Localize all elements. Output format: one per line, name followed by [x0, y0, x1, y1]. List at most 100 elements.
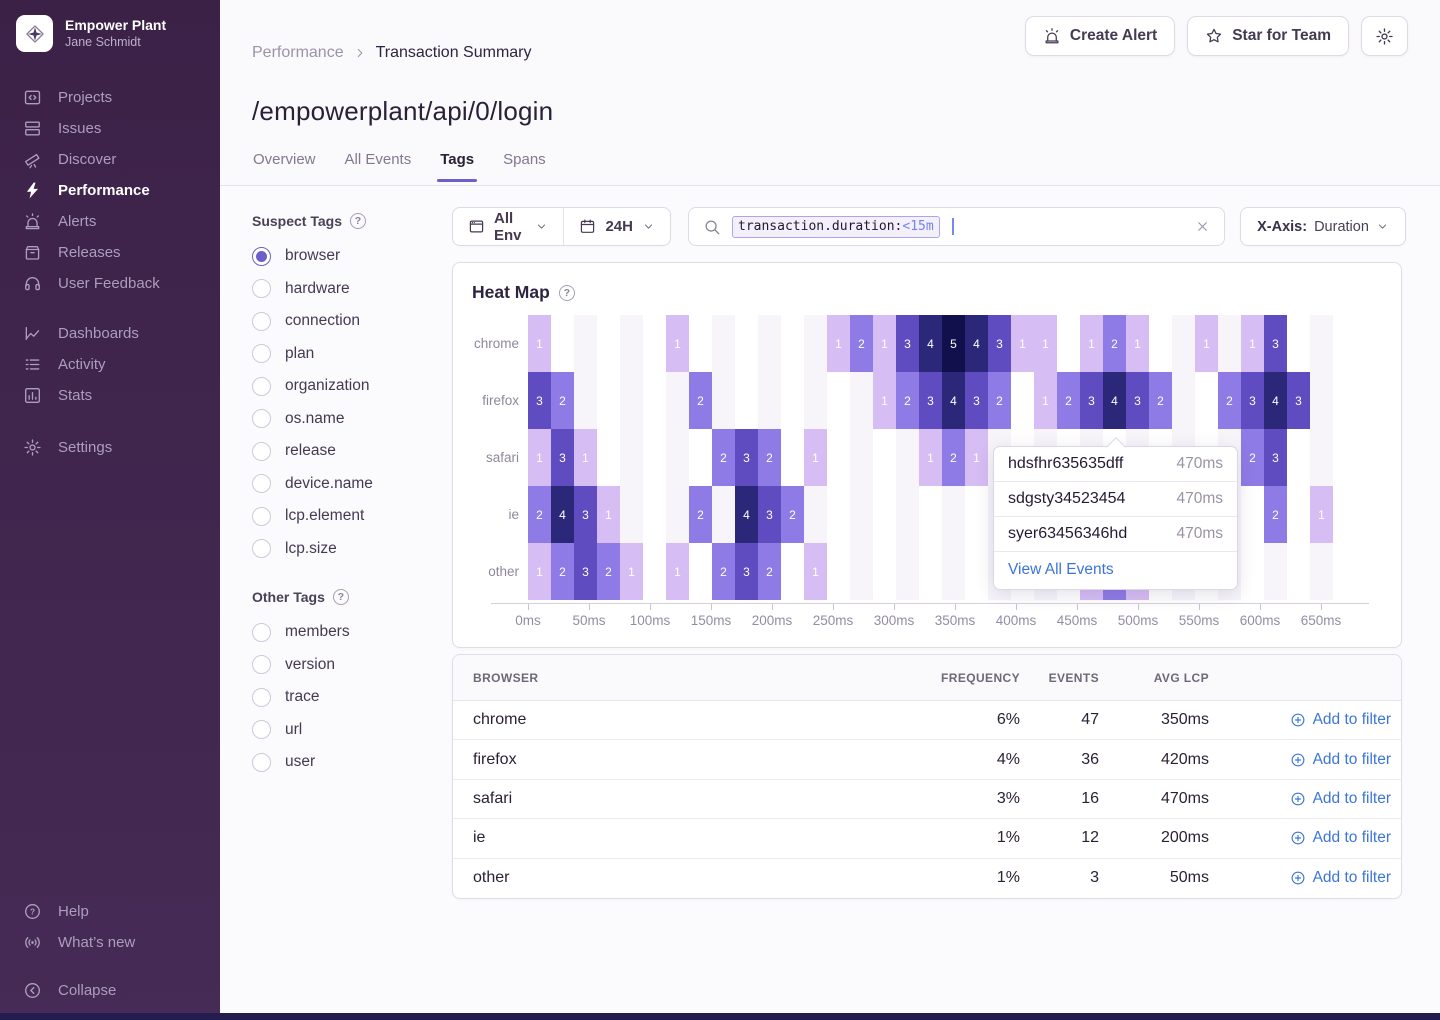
heatmap-cell[interactable]: 3	[574, 543, 597, 600]
radio-button[interactable]	[252, 247, 271, 266]
tag-radio-user[interactable]: user	[252, 746, 437, 779]
heatmap-cell[interactable]: 1	[1080, 315, 1103, 372]
heatmap-cell[interactable]: 2	[597, 543, 620, 600]
heatmap-cell[interactable]: 1	[597, 486, 620, 543]
tag-radio-organization[interactable]: organization	[252, 370, 437, 403]
time-range-selector[interactable]: 24H	[563, 208, 670, 245]
heatmap-cell[interactable]: 3	[919, 372, 942, 429]
heatmap-cell[interactable]: 1	[1241, 315, 1264, 372]
create-alert-button[interactable]: Create Alert	[1025, 16, 1175, 56]
tooltip-event-row[interactable]: sdgsty34523454470ms	[994, 482, 1237, 517]
heatmap-cell[interactable]: 1	[873, 372, 896, 429]
heatmap-cell[interactable]: 1	[620, 543, 643, 600]
tag-radio-connection[interactable]: connection	[252, 305, 437, 338]
tab-spans[interactable]: Spans	[503, 151, 546, 182]
clear-search-icon[interactable]	[1195, 219, 1210, 234]
tag-radio-lcp-size[interactable]: lcp.size	[252, 533, 437, 566]
sidebar-item-activity[interactable]: Activity	[0, 349, 220, 380]
heatmap-cell[interactable]: 4	[551, 486, 574, 543]
radio-button[interactable]	[252, 720, 271, 739]
heatmap-cell[interactable]: 4	[942, 372, 965, 429]
heatmap-cell[interactable]: 3	[758, 486, 781, 543]
heatmap-cell[interactable]: 2	[551, 372, 574, 429]
tag-radio-plan[interactable]: plan	[252, 338, 437, 371]
tag-radio-version[interactable]: version	[252, 649, 437, 682]
heatmap-cell[interactable]: 2	[1218, 372, 1241, 429]
tag-radio-trace[interactable]: trace	[252, 681, 437, 714]
heatmap-cell[interactable]: 3	[551, 429, 574, 486]
view-all-events-link[interactable]: View All Events	[994, 552, 1237, 589]
heatmap-cell[interactable]: 2	[689, 372, 712, 429]
heatmap-cell[interactable]: 2	[1264, 486, 1287, 543]
tab-all-events[interactable]: All Events	[345, 151, 412, 182]
heatmap-cell[interactable]: 2	[758, 429, 781, 486]
tag-radio-browser[interactable]: browser	[252, 240, 437, 273]
tag-radio-lcp-element[interactable]: lcp.element	[252, 500, 437, 533]
tab-overview[interactable]: Overview	[253, 151, 316, 182]
heatmap-cell[interactable]: 2	[712, 429, 735, 486]
radio-button[interactable]	[252, 442, 271, 461]
heatmap-cell[interactable]: 3	[1287, 372, 1310, 429]
heatmap-cell[interactable]: 1	[1310, 486, 1333, 543]
sidebar-item-dashboards[interactable]: Dashboards	[0, 318, 220, 349]
heatmap-cell[interactable]: 1	[1011, 315, 1034, 372]
add-to-filter-button[interactable]: Add to filter	[1209, 869, 1403, 887]
tab-tags[interactable]: Tags	[440, 151, 474, 182]
heatmap-cell[interactable]: 1	[1034, 315, 1057, 372]
radio-button[interactable]	[252, 377, 271, 396]
heatmap-cell[interactable]: 2	[896, 372, 919, 429]
breadcrumb-performance[interactable]: Performance	[252, 44, 344, 62]
heatmap-cell[interactable]: 2	[850, 315, 873, 372]
heatmap-cell[interactable]: 3	[574, 486, 597, 543]
heatmap-cell[interactable]: 3	[528, 372, 551, 429]
heatmap-cell[interactable]: 2	[758, 543, 781, 600]
heatmap-cell[interactable]: 3	[965, 372, 988, 429]
add-to-filter-button[interactable]: Add to filter	[1209, 790, 1403, 808]
heatmap-cell[interactable]: 4	[735, 486, 758, 543]
sidebar-item-user-feedback[interactable]: User Feedback	[0, 268, 220, 299]
add-to-filter-button[interactable]: Add to filter	[1209, 751, 1403, 769]
heatmap-cell[interactable]: 1	[827, 315, 850, 372]
heatmap-cell[interactable]: 5	[942, 315, 965, 372]
help-circle-icon[interactable]: ?	[350, 213, 366, 229]
heatmap-cell[interactable]: 3	[735, 543, 758, 600]
tag-radio-members[interactable]: members	[252, 616, 437, 649]
add-to-filter-button[interactable]: Add to filter	[1209, 829, 1403, 847]
sidebar-item-stats[interactable]: Stats	[0, 380, 220, 411]
sidebar-item-performance[interactable]: Performance	[0, 175, 220, 206]
heatmap-cell[interactable]: 1	[804, 543, 827, 600]
radio-button[interactable]	[252, 655, 271, 674]
radio-button[interactable]	[252, 409, 271, 428]
heatmap-cell[interactable]: 1	[965, 429, 988, 486]
heatmap-cell[interactable]: 2	[689, 486, 712, 543]
radio-button[interactable]	[252, 753, 271, 772]
heatmap-cell[interactable]: 4	[919, 315, 942, 372]
heatmap-cell[interactable]: 3	[1080, 372, 1103, 429]
heatmap-cell[interactable]: 1	[873, 315, 896, 372]
add-to-filter-button[interactable]: Add to filter	[1209, 711, 1403, 729]
sidebar-item-projects[interactable]: Projects	[0, 82, 220, 113]
radio-button[interactable]	[252, 474, 271, 493]
tag-radio-url[interactable]: url	[252, 714, 437, 747]
heatmap-cell[interactable]: 1	[1034, 372, 1057, 429]
radio-button[interactable]	[252, 623, 271, 642]
tooltip-event-row[interactable]: syer63456346hd470ms	[994, 517, 1237, 552]
heatmap-cell[interactable]: 2	[781, 486, 804, 543]
heatmap-cell[interactable]: 2	[528, 486, 551, 543]
tag-radio-os-name[interactable]: os.name	[252, 403, 437, 436]
heatmap-cell[interactable]: 3	[1264, 429, 1287, 486]
search-input[interactable]: transaction.duration:<15m	[688, 207, 1225, 246]
heatmap-cell[interactable]: 3	[1241, 372, 1264, 429]
heatmap-cell[interactable]: 4	[1264, 372, 1287, 429]
heatmap-cell[interactable]: 2	[712, 543, 735, 600]
radio-button[interactable]	[252, 507, 271, 526]
heatmap-cell[interactable]: 4	[1103, 372, 1126, 429]
heatmap-cell[interactable]: 3	[1126, 372, 1149, 429]
heatmap-cell[interactable]: 3	[1264, 315, 1287, 372]
help-circle-icon[interactable]: ?	[333, 589, 349, 605]
radio-button[interactable]	[252, 344, 271, 363]
radio-button[interactable]	[252, 688, 271, 707]
heatmap-cell[interactable]: 1	[666, 315, 689, 372]
sidebar-item-discover[interactable]: Discover	[0, 144, 220, 175]
heatmap-cell[interactable]: 3	[988, 315, 1011, 372]
